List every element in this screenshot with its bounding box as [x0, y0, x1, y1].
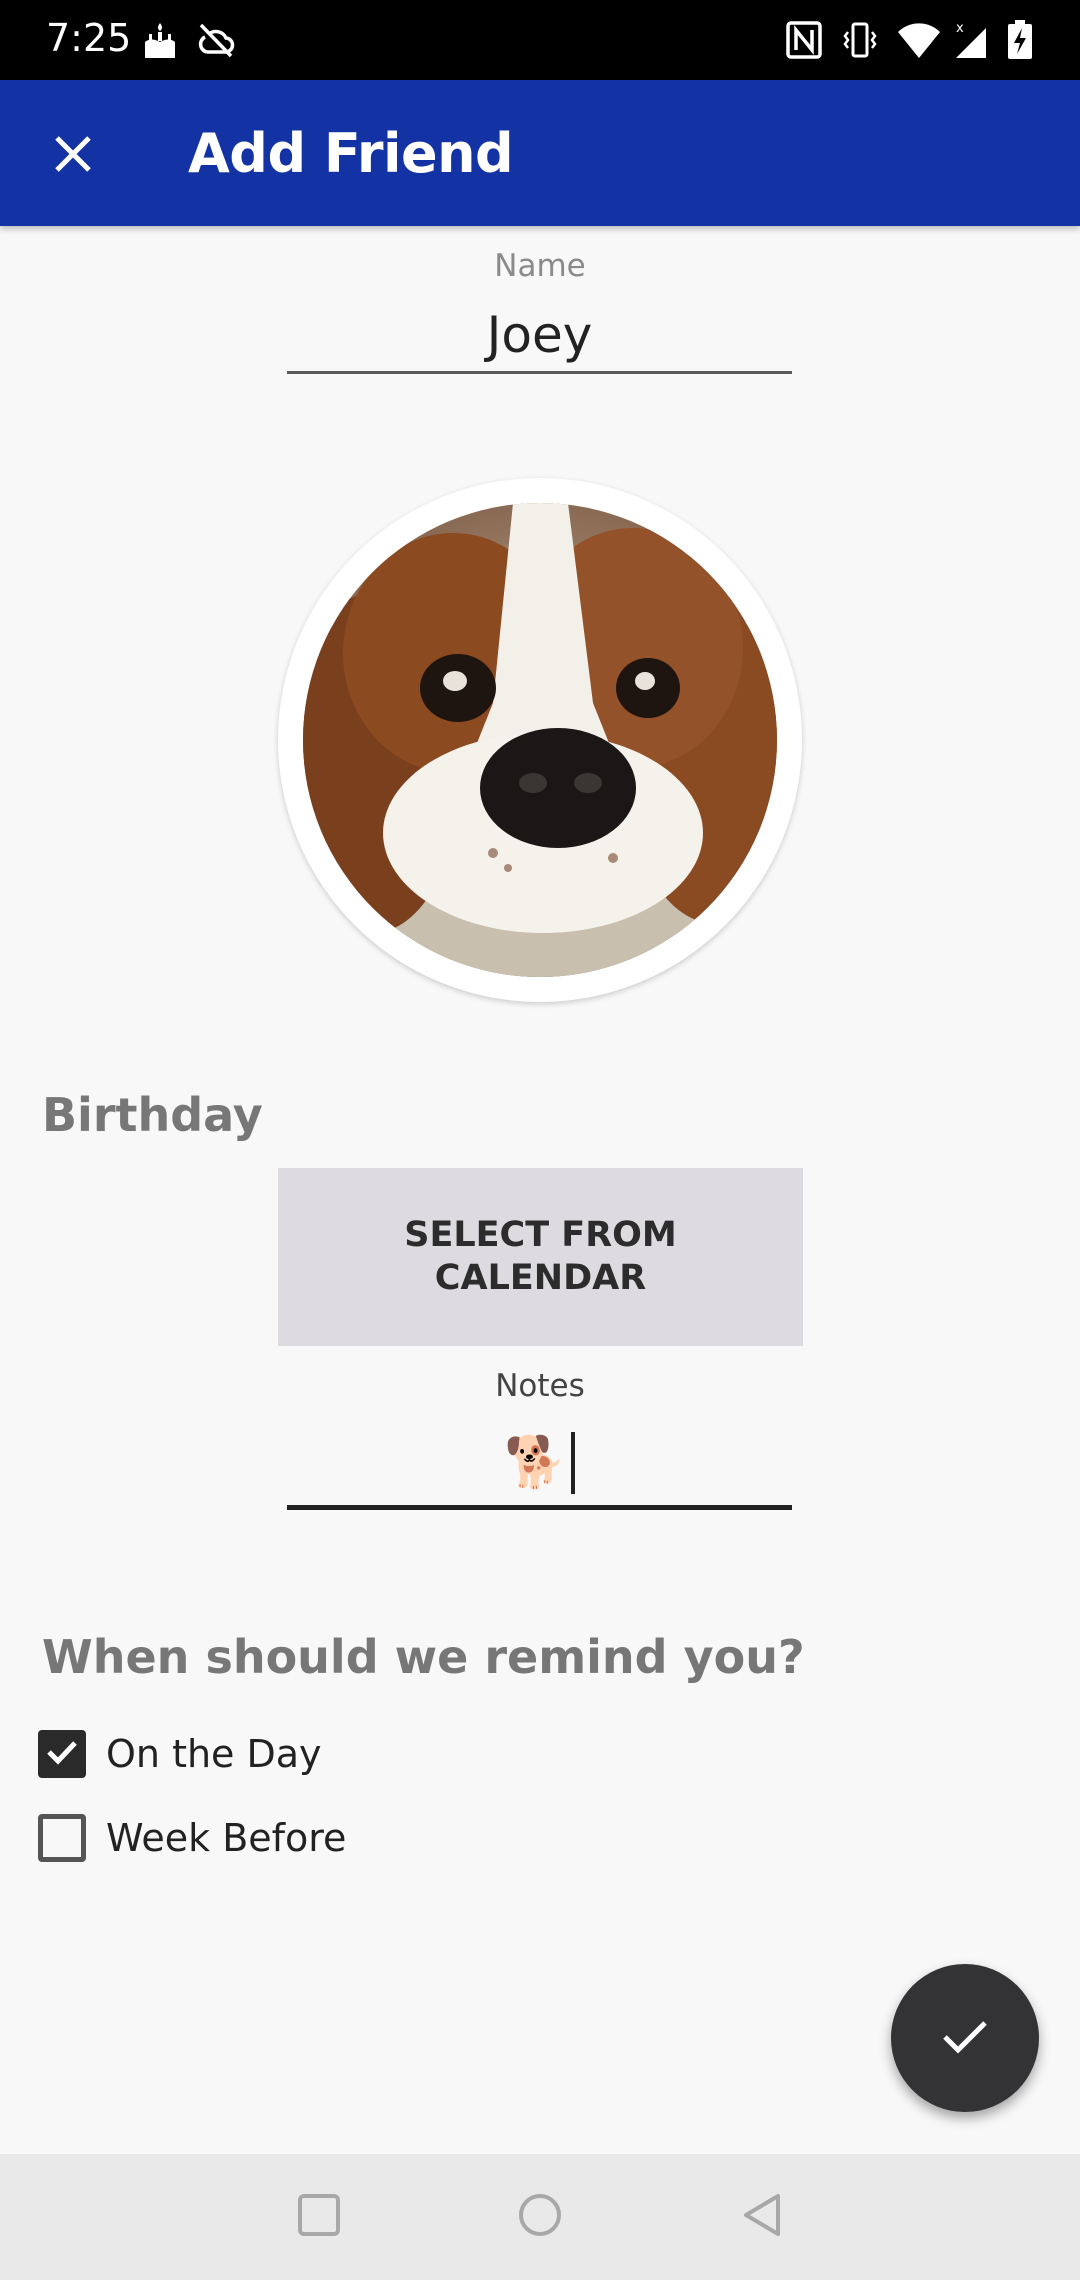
notes-value: 🐕: [504, 1433, 567, 1491]
home-icon: [517, 2192, 563, 2243]
close-button[interactable]: [30, 113, 116, 199]
svg-text:x: x: [956, 21, 964, 36]
page-title: Add Friend: [188, 122, 514, 185]
close-icon: [53, 134, 93, 179]
notes-input[interactable]: 🐕: [287, 1420, 792, 1510]
home-button[interactable]: [510, 2187, 570, 2247]
back-icon: [740, 2192, 784, 2243]
reminder-heading: When should we remind you?: [42, 1630, 805, 1684]
recents-icon: [297, 2193, 341, 2242]
reminder-option-week-before[interactable]: Week Before: [38, 1808, 346, 1868]
name-label: Name: [494, 248, 586, 284]
wifi-icon: [896, 20, 942, 65]
app-bar: Add Friend: [0, 80, 1080, 226]
status-bar: 7:25 x: [0, 0, 1080, 80]
avatar[interactable]: [278, 478, 802, 1002]
back-button[interactable]: [732, 2187, 792, 2247]
avatar-photo: [303, 503, 777, 977]
check-icon: [939, 2010, 991, 2067]
on-the-day-label: On the Day: [106, 1732, 322, 1776]
birthday-heading: Birthday: [42, 1088, 263, 1142]
cloud-off-icon: [196, 20, 236, 65]
week-before-checkbox[interactable]: [38, 1814, 86, 1862]
vibrate-icon: [840, 20, 880, 65]
check-icon: [44, 1734, 80, 1775]
recents-button[interactable]: [289, 2187, 349, 2247]
signal-icon: x: [952, 20, 992, 65]
nfc-icon: [786, 20, 822, 65]
reminder-option-on-the-day[interactable]: On the Day: [38, 1724, 322, 1784]
status-time: 7:25: [46, 16, 132, 60]
text-cursor: [570, 1431, 575, 1494]
notes-label: Notes: [495, 1368, 585, 1404]
cake-icon: [142, 20, 178, 65]
select-from-calendar-button[interactable]: SELECT FROM CALENDAR: [278, 1168, 803, 1346]
save-button[interactable]: [891, 1964, 1039, 2112]
week-before-label: Week Before: [106, 1816, 347, 1860]
navigation-bar: [0, 2154, 1080, 2280]
battery-charging-icon: [1006, 20, 1034, 65]
on-the-day-checkbox[interactable]: [38, 1730, 86, 1778]
name-input[interactable]: [287, 298, 792, 374]
